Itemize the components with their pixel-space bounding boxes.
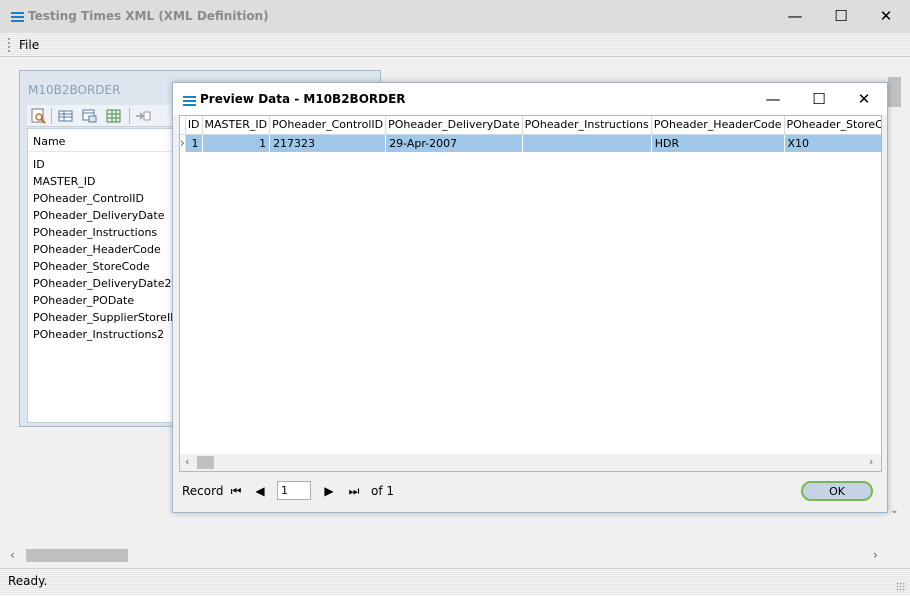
menu-bar: File <box>0 33 910 57</box>
record-label: Record <box>182 484 224 498</box>
data-grid[interactable]: ID MASTER_ID POheader_ControlID POheader_De… <box>179 115 882 472</box>
column-header[interactable]: MASTER_ID <box>202 116 271 135</box>
toolbar-separator <box>129 108 130 124</box>
ok-button[interactable]: OK <box>801 481 873 501</box>
dialog-maximize-button[interactable]: ☐ <box>804 84 834 114</box>
column-header[interactable]: POheader_StoreCode <box>784 116 881 135</box>
menu-grip <box>8 38 10 52</box>
previous-record-icon[interactable]: ◀ <box>252 482 268 500</box>
menu-file[interactable]: File <box>19 38 39 52</box>
grid-scroll-thumb[interactable] <box>197 456 214 469</box>
field-list-item[interactable]: MASTER_ID <box>33 173 179 190</box>
field-list: ID MASTER_ID POheader_ControlID POheader_De… <box>33 156 179 343</box>
preview-dialog: Preview Data - M10B2BORDER — ☐ ✕ ID MASTE… <box>172 82 888 513</box>
resize-grip-icon[interactable] <box>896 582 906 592</box>
record-count-label: of 1 <box>371 484 395 498</box>
table-edit-icon[interactable] <box>81 108 98 124</box>
dialog-close-button[interactable]: ✕ <box>849 84 879 114</box>
table-panel-title: M10B2BORDER <box>28 83 121 97</box>
table-cell[interactable]: 1 <box>202 134 271 152</box>
field-list-header: Name <box>33 135 66 148</box>
data-table: ID MASTER_ID POheader_ControlID POheader_De… <box>180 116 881 152</box>
field-list-item[interactable]: POheader_PODate <box>33 292 179 309</box>
table-grid-icon[interactable] <box>105 108 122 124</box>
column-header[interactable]: POheader_HeaderCode <box>651 116 785 135</box>
field-list-item[interactable]: POheader_HeaderCode <box>33 241 179 258</box>
toolbar-separator <box>51 108 52 124</box>
table-cell[interactable]: 217323 <box>269 134 387 152</box>
next-record-icon[interactable]: ▶ <box>321 482 337 500</box>
field-list-item[interactable]: POheader_SupplierStoreID <box>33 309 179 326</box>
preview-dialog-title: Preview Data - M10B2BORDER <box>200 92 406 106</box>
grid-body: ›1121732329-Apr-2007HDRX1029 <box>180 134 881 152</box>
table-cell[interactable] <box>522 134 652 152</box>
status-bar: Ready. <box>0 568 910 596</box>
column-header[interactable]: POheader_Instructions <box>522 116 652 135</box>
grid-header-row: ID MASTER_ID POheader_ControlID POheader_De… <box>180 116 881 135</box>
table-icon[interactable] <box>57 108 74 124</box>
grid-horizontal-scrollbar[interactable]: ‹ › <box>180 454 881 471</box>
preview-dialog-title-bar: Preview Data - M10B2BORDER — ☐ ✕ <box>173 83 887 115</box>
status-text: Ready. <box>8 574 48 588</box>
horizontal-scrollbar[interactable]: ‹ › <box>8 546 886 565</box>
table-cell[interactable]: HDR <box>651 134 785 152</box>
table-row[interactable]: ›1121732329-Apr-2007HDRX1029 <box>180 134 881 152</box>
field-list-item[interactable]: POheader_StoreCode <box>33 258 179 275</box>
last-record-icon[interactable]: ⏭ <box>346 482 362 500</box>
record-number-input[interactable] <box>277 481 311 500</box>
field-list-item[interactable]: POheader_Instructions <box>33 224 179 241</box>
vertical-scroll-thumb[interactable] <box>888 77 901 107</box>
maximize-button[interactable]: ☐ <box>826 1 856 31</box>
preview-icon[interactable] <box>30 108 47 124</box>
close-button[interactable]: ✕ <box>871 1 901 31</box>
table-cell[interactable]: 1 <box>185 134 203 152</box>
column-header[interactable]: POheader_ControlID <box>269 116 387 135</box>
column-header[interactable]: ID <box>185 116 203 135</box>
horizontal-scroll-thumb[interactable] <box>26 549 128 562</box>
current-row-indicator-icon: › <box>180 134 186 152</box>
scroll-right-arrow-icon[interactable]: › <box>873 548 878 562</box>
app-icon <box>11 11 24 22</box>
dialog-app-icon <box>183 95 196 106</box>
scroll-left-arrow-icon[interactable]: ‹ <box>10 548 15 562</box>
main-window-title: Testing Times XML (XML Definition) <box>28 9 269 23</box>
first-record-icon[interactable]: ⏮ <box>228 482 244 500</box>
field-list-item[interactable]: POheader_DeliveryDate <box>33 207 179 224</box>
column-header[interactable]: POheader_DeliveryDate <box>385 116 523 135</box>
minimize-button[interactable]: — <box>780 1 810 31</box>
field-list-item[interactable]: POheader_Instructions2 <box>33 326 179 343</box>
main-title-bar: Testing Times XML (XML Definition) — ☐ ✕ <box>0 0 910 33</box>
grid-scroll-right-icon[interactable]: › <box>869 455 873 468</box>
dialog-minimize-button[interactable]: — <box>758 84 788 114</box>
field-list-item[interactable]: ID <box>33 156 179 173</box>
field-list-item[interactable]: POheader_ControlID <box>33 190 179 207</box>
table-cell[interactable]: 29-Apr-2007 <box>385 134 523 152</box>
field-list-item[interactable]: POheader_DeliveryDate2 <box>33 275 179 292</box>
record-navigator: Record ⏮ ◀ ▶ ⏭ of 1 <box>182 481 582 501</box>
grid-scroll-left-icon[interactable]: ‹ <box>185 455 189 468</box>
table-cell[interactable]: X10 <box>784 134 881 152</box>
import-icon[interactable] <box>135 108 152 124</box>
